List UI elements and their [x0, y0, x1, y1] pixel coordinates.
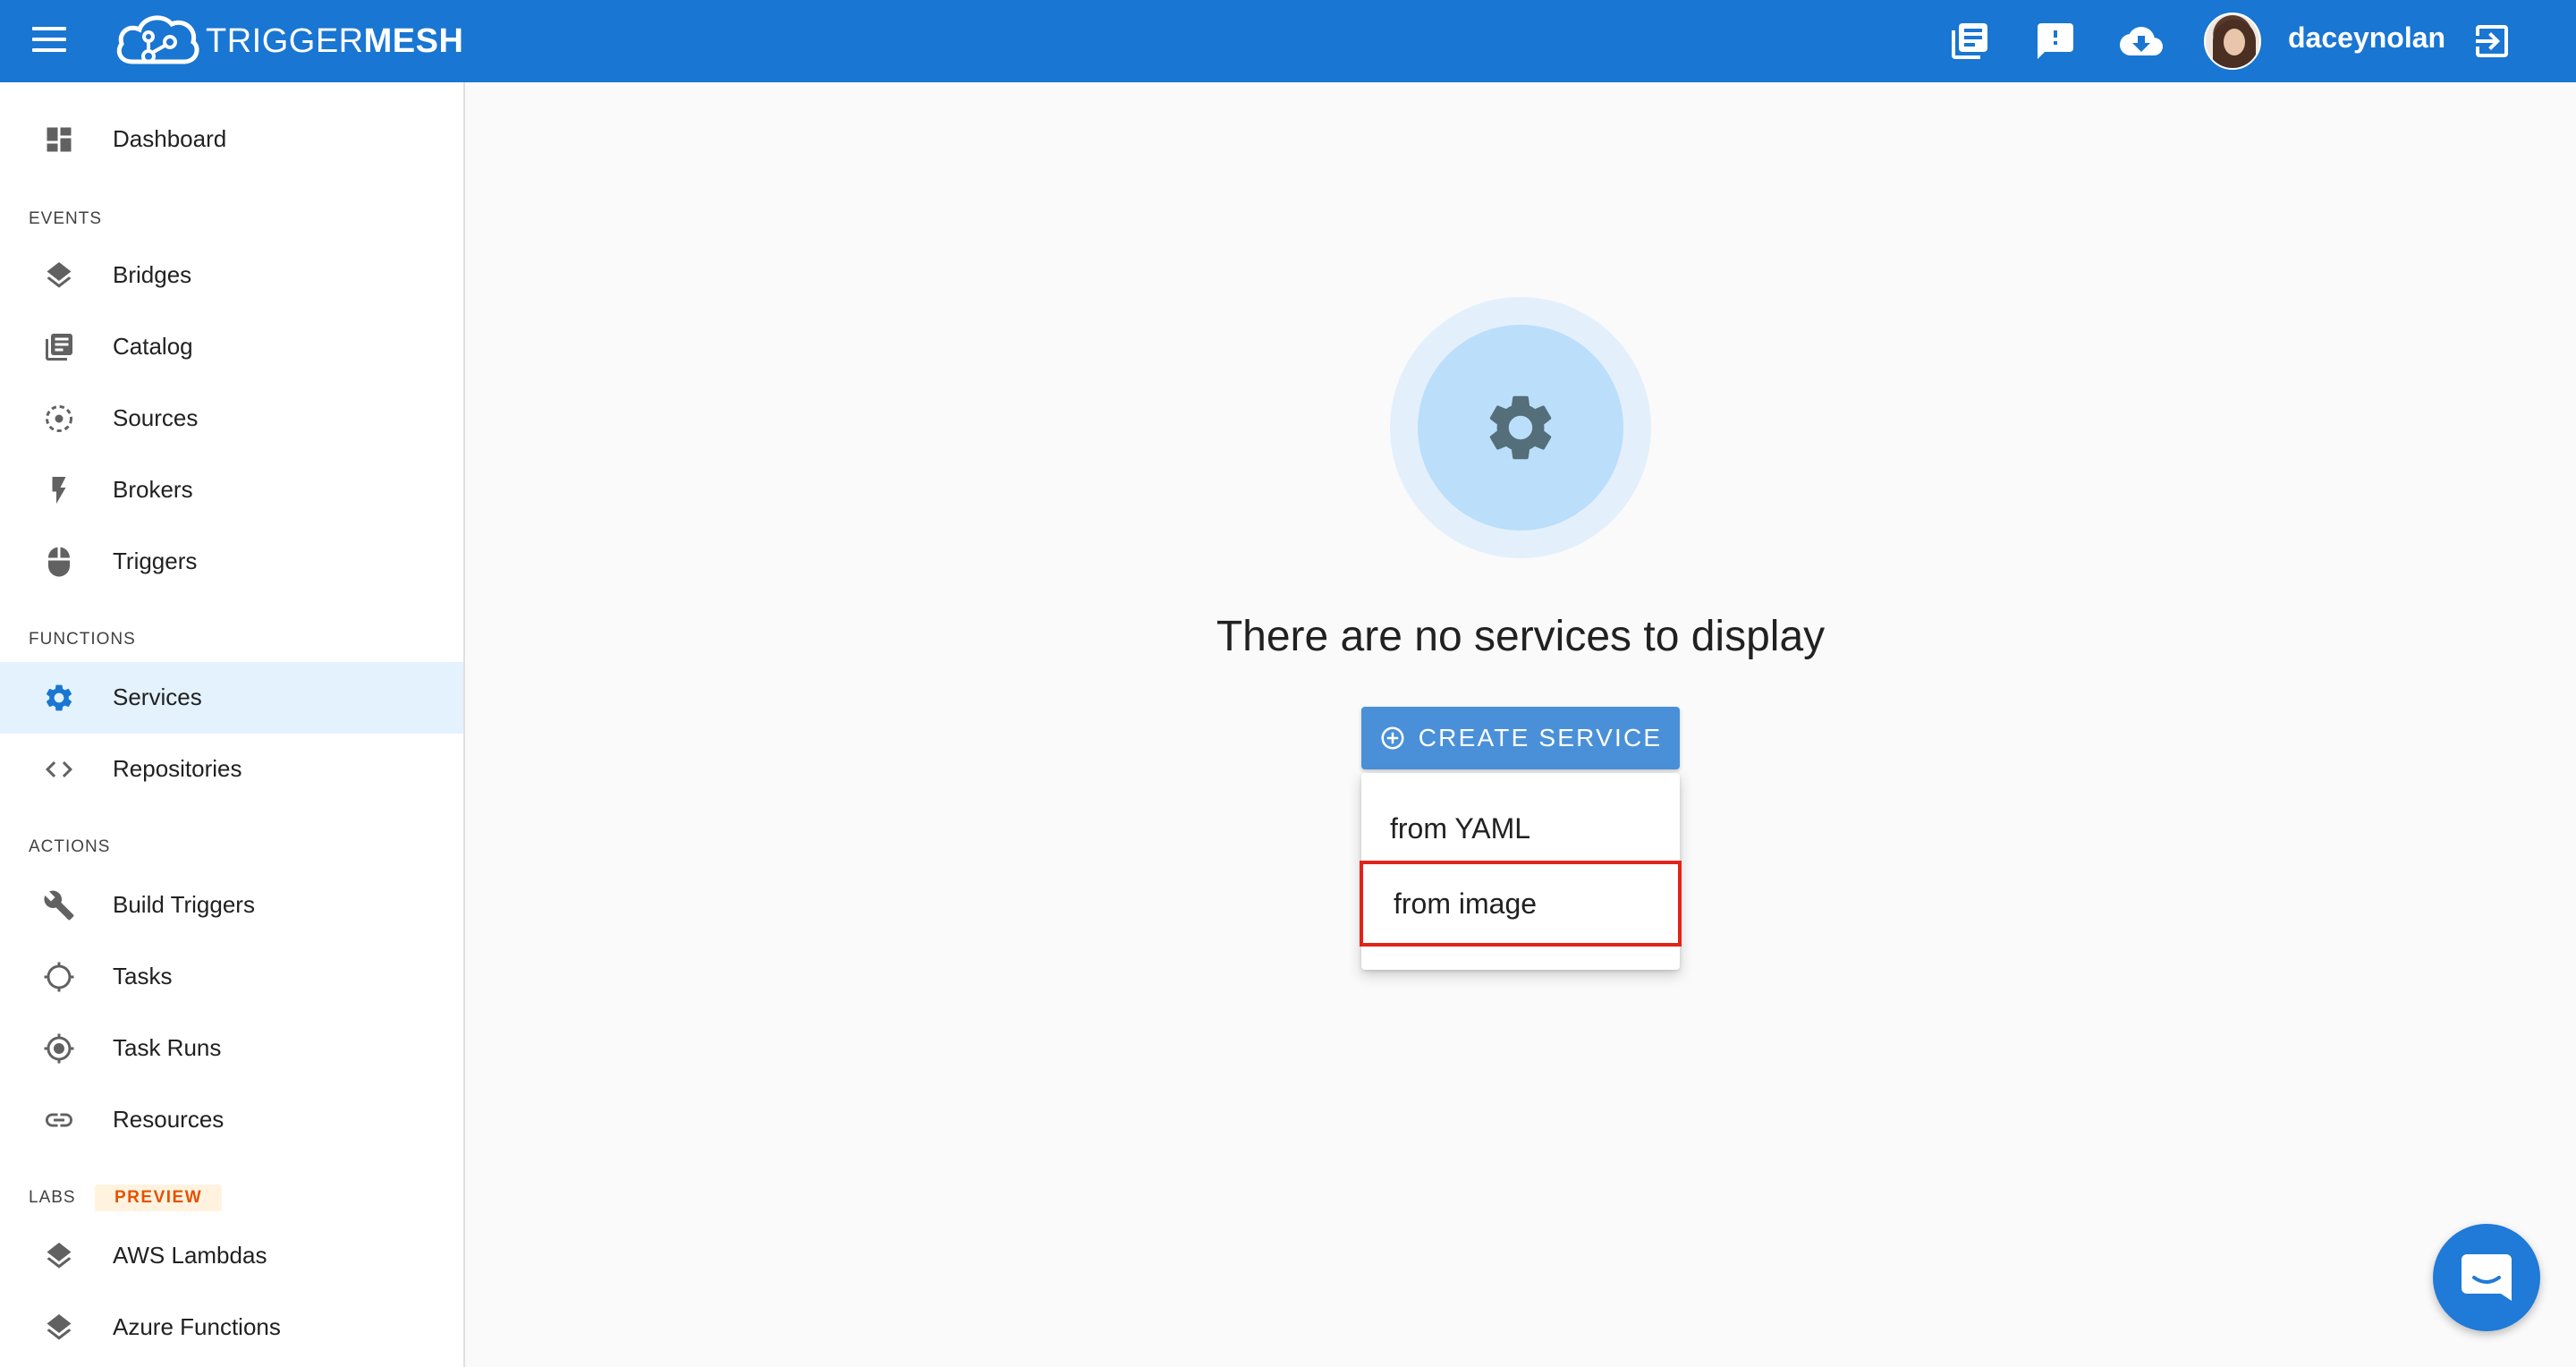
bolt-icon	[43, 474, 75, 506]
section-labs: LABS	[29, 1188, 76, 1207]
wrench-icon	[43, 889, 75, 921]
sidebar-item-label: Tasks	[113, 963, 173, 989]
create-service-button[interactable]: CREATE SERVICE	[1361, 707, 1680, 769]
avatar[interactable]	[2204, 13, 2261, 70]
sidebar-item-azure-functions[interactable]: Azure Functions	[0, 1292, 463, 1363]
sidebar-item-label: Triggers	[113, 548, 198, 574]
sidebar-item-resources[interactable]: Resources	[0, 1084, 463, 1156]
create-service-menu: from YAML from image	[1360, 773, 1682, 970]
section-actions: ACTIONS	[29, 837, 111, 856]
sidebar-item-bridges[interactable]: Bridges	[0, 240, 463, 311]
layers-icon	[43, 1240, 75, 1272]
cloud-logo-icon	[116, 15, 199, 64]
empty-state-message: There are no services to display	[1216, 613, 1826, 660]
layers-icon	[43, 1312, 75, 1344]
sidebar-item-label: Resources	[113, 1106, 225, 1133]
target-icon	[43, 1032, 75, 1065]
menu-icon[interactable]	[32, 27, 66, 55]
sidebar-item-aws-lambdas[interactable]: AWS Lambdas	[0, 1220, 463, 1292]
sidebar-item-triggers[interactable]: Triggers	[0, 526, 463, 598]
sidebar-item-task-runs[interactable]: Task Runs	[0, 1013, 463, 1084]
sidebar-item-label: Task Runs	[113, 1034, 222, 1061]
sidebar: Dashboard EVENTS Bridges Catalog Sources…	[0, 82, 465, 1367]
sidebar-item-label: Azure Functions	[113, 1313, 281, 1340]
sidebar-item-label: Bridges	[113, 261, 192, 288]
sidebar-item-brokers[interactable]: Brokers	[0, 454, 463, 526]
mouse-icon	[43, 546, 75, 578]
sidebar-item-build-triggers[interactable]: Build Triggers	[0, 870, 463, 941]
sidebar-item-repositories[interactable]: Repositories	[0, 734, 463, 805]
username[interactable]: daceynolan	[2288, 21, 2445, 55]
sidebar-item-label: Brokers	[113, 476, 193, 503]
sidebar-item-label: Repositories	[113, 755, 242, 782]
link-icon	[43, 1104, 75, 1136]
sidebar-item-label: Catalog	[113, 333, 193, 360]
sidebar-item-tasks[interactable]: Tasks	[0, 941, 463, 1013]
feedback-icon[interactable]	[2034, 20, 2077, 63]
sources-icon	[43, 403, 75, 435]
gear-icon	[1481, 388, 1560, 467]
crosshair-icon	[43, 961, 75, 993]
logo[interactable]: TRIGGERMESH	[113, 7, 463, 75]
section-functions: FUNCTIONS	[29, 630, 136, 649]
create-service-label: CREATE SERVICE	[1418, 724, 1663, 751]
sidebar-item-label: Sources	[113, 404, 199, 431]
section-events: EVENTS	[29, 209, 103, 228]
sidebar-item-label: Build Triggers	[113, 891, 255, 918]
logout-icon[interactable]	[2470, 20, 2513, 63]
gear-icon	[43, 682, 75, 714]
menu-item-from-yaml[interactable]: from YAML	[1361, 785, 1680, 871]
top-app-bar: TRIGGERMESH daceynolan	[0, 0, 2576, 82]
brand-name: TRIGGERMESH	[206, 22, 463, 61]
chat-launcher-button[interactable]	[2433, 1224, 2540, 1331]
preview-badge: PREVIEW	[95, 1184, 223, 1211]
sidebar-item-catalog[interactable]: Catalog	[0, 311, 463, 383]
catalog-icon	[43, 331, 75, 363]
menu-item-from-image[interactable]: from image	[1360, 861, 1682, 947]
add-circle-icon	[1379, 725, 1406, 751]
sidebar-item-label: Dashboard	[113, 125, 227, 152]
dashboard-icon	[43, 123, 75, 156]
chat-icon	[2462, 1254, 2512, 1301]
brand-light: TRIGGER	[206, 21, 364, 60]
layers-icon	[43, 259, 75, 292]
sidebar-item-label: AWS Lambdas	[113, 1242, 267, 1269]
docs-icon[interactable]	[1948, 20, 1991, 63]
sidebar-item-dashboard[interactable]: Dashboard	[0, 104, 463, 175]
brand-bold: MESH	[363, 21, 464, 60]
code-icon	[43, 753, 75, 785]
sidebar-item-sources[interactable]: Sources	[0, 383, 463, 454]
sidebar-item-label: Services	[113, 684, 202, 710]
download-icon[interactable]	[2120, 20, 2163, 63]
sidebar-item-services[interactable]: Services	[0, 662, 463, 734]
